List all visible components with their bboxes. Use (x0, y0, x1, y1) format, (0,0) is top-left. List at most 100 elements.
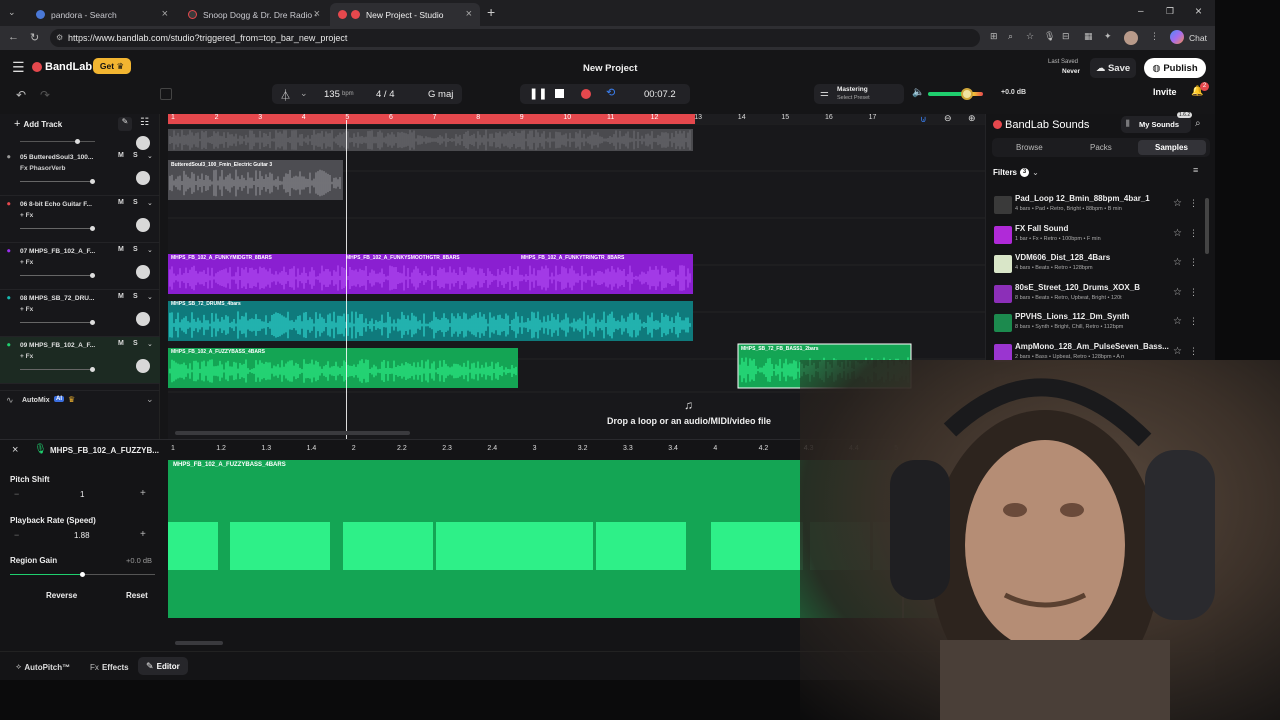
slider-thumb[interactable] (90, 179, 95, 184)
project-title[interactable]: New Project (583, 63, 637, 74)
volume-slider[interactable] (20, 367, 95, 372)
sample-thumbnail[interactable] (994, 225, 1012, 244)
browser-tab-radio[interactable]: Snoop Dogg & Dr. Dre Radio - Ne × (180, 3, 328, 26)
address-bar[interactable]: ⚙ https://www.bandlab.com/studio?trigger… (50, 29, 980, 47)
horizontal-scrollbar[interactable] (175, 431, 410, 435)
track-fx[interactable]: + Fx (20, 212, 33, 219)
effects-button[interactable]: Fx Effects (90, 661, 129, 673)
volume-slider[interactable] (20, 179, 95, 184)
save-button[interactable]: ☁ Save (1090, 58, 1136, 78)
zoom-out-icon[interactable]: ⊖ (944, 113, 952, 124)
add-track-button[interactable]: + Add Track (14, 118, 62, 130)
tab-samples[interactable]: Samples (1138, 140, 1206, 155)
more-options-icon[interactable]: ⋮ (1189, 287, 1198, 298)
sample-list-item[interactable]: 80sE_Street_120_Drums_XOX_B 8 bars • Beat… (986, 280, 1216, 309)
time-signature[interactable]: 4 / 4 (376, 89, 395, 100)
slider-thumb[interactable] (75, 139, 80, 144)
sample-thumbnail[interactable] (994, 314, 1012, 333)
extensions-icon[interactable]: ⊟ (1062, 31, 1070, 42)
mute-button[interactable]: M (118, 340, 124, 347)
zoom-in-icon[interactable]: ⊕ (968, 113, 976, 124)
pitch-shift-value[interactable]: 1 (80, 490, 84, 499)
minus-icon[interactable]: − (14, 530, 19, 540)
pitch-shift-stepper[interactable]: − 1 + (10, 488, 155, 503)
tempo-value[interactable]: 135 (324, 89, 340, 100)
close-icon[interactable]: × (466, 8, 472, 20)
plus-icon[interactable]: + (140, 529, 146, 540)
chevron-down-icon[interactable]: ⌄ (147, 152, 153, 160)
volume-slider[interactable] (20, 226, 95, 231)
metronome-icon[interactable]: ⏃ (280, 87, 291, 103)
install-app-icon[interactable]: ⊞ (990, 31, 998, 42)
track-fx[interactable]: + Fx (20, 353, 33, 360)
solo-button[interactable]: S (133, 293, 138, 300)
track-row[interactable]: ⏺ 05 ButteredSoul3_100... Fx PhasorVerb M S ⌄ (0, 149, 160, 196)
track-name[interactable]: 07 MHPS_FB_102_A_F... (20, 248, 95, 255)
reverse-button[interactable]: Reverse (46, 591, 77, 600)
track-fx[interactable]: Fx PhasorVerb (20, 165, 66, 172)
editor-tab-button[interactable]: ✎ Editor (138, 657, 188, 675)
mixer-toggle-icon[interactable] (160, 88, 172, 100)
track-row[interactable]: ⏺ 07 MHPS_FB_102_A_F... + Fx M S ⌄ (0, 243, 160, 290)
sounds-scrollbar[interactable] (1205, 198, 1209, 254)
my-sounds-button[interactable]: ⫼ My Sounds 1.6.2 (1121, 112, 1193, 133)
sort-icon[interactable]: ≡ (1193, 165, 1198, 175)
record-icon[interactable] (581, 89, 591, 99)
editor-scrollbar[interactable] (175, 641, 223, 645)
automix-row[interactable]: ∿ AutoMix AI ♛ ⌄ (0, 390, 160, 410)
more-options-icon[interactable]: ⋮ (1189, 257, 1198, 268)
track-04-volume-slider[interactable] (20, 139, 95, 144)
pan-knob[interactable] (136, 218, 150, 232)
favorite-star-icon[interactable]: ☆ (1173, 228, 1182, 239)
slider-thumb[interactable] (90, 273, 95, 278)
maximize-icon[interactable]: ❐ (1166, 6, 1174, 17)
solo-button[interactable]: S (133, 340, 138, 347)
playback-rate-value[interactable]: 1.88 (74, 531, 90, 540)
track-fx[interactable]: + Fx (20, 306, 33, 313)
pan-knob[interactable] (136, 265, 150, 279)
favorite-star-icon[interactable]: ☆ (1173, 287, 1182, 298)
back-icon[interactable]: ← (8, 31, 19, 43)
loop-region[interactable] (168, 114, 695, 124)
playback-rate-stepper[interactable]: − 1.88 + (10, 529, 155, 544)
sample-thumbnail[interactable] (994, 196, 1012, 214)
close-window-icon[interactable]: × (1195, 4, 1202, 18)
search-icon[interactable]: ⌕ (1195, 118, 1201, 129)
more-options-icon[interactable]: ⋮ (1189, 198, 1198, 209)
favorite-star-icon[interactable]: ☆ (1173, 316, 1182, 327)
slider-thumb[interactable] (80, 572, 85, 577)
track-name[interactable]: 08 MHPS_SB_72_DRU... (20, 295, 94, 302)
sample-list-item[interactable]: FX Fall Sound 1 bar • Fx • Retro • 100bpm… (986, 221, 1216, 250)
more-options-icon[interactable]: ⋮ (1189, 346, 1198, 357)
favorite-star-icon[interactable]: ☆ (1173, 257, 1182, 268)
solo-button[interactable]: S (133, 246, 138, 253)
mute-button[interactable]: M (118, 246, 124, 253)
slider-thumb[interactable] (90, 226, 95, 231)
tab-groups-icon[interactable]: ▦ (1084, 31, 1093, 42)
sample-list-item[interactable]: VDM606_Dist_128_4Bars 4 bars • Beats • Re… (986, 250, 1216, 279)
get-membership-button[interactable]: Get ♛ (93, 58, 131, 74)
chevron-down-icon[interactable]: ⌄ (147, 199, 153, 207)
volume-slider[interactable] (20, 320, 95, 325)
timeline-ruler[interactable]: 1 2 3 4 5 6 7 8 9 10 11 12 13 14 15 16 17 ⊍ ⊖ ⊕ (168, 113, 985, 124)
new-tab-icon[interactable]: + (487, 4, 495, 20)
tab-packs[interactable]: Packs (1090, 143, 1112, 152)
mute-button[interactable]: M (118, 293, 124, 300)
copilot-icon[interactable] (1170, 30, 1184, 44)
menu-icon[interactable]: ⋮ (1150, 31, 1159, 42)
speaker-icon[interactable]: 🔈 (912, 87, 924, 98)
autopitch-button[interactable]: ⟡ AutoPitch™ (16, 661, 70, 673)
volume-slider[interactable] (20, 273, 95, 278)
favorite-star-icon[interactable]: ☆ (1173, 346, 1182, 357)
track-name[interactable]: 09 MHPS_FB_102_A_F... (20, 342, 95, 349)
reset-button[interactable]: Reset (126, 591, 148, 600)
plus-icon[interactable]: + (140, 488, 146, 499)
zoom-icon[interactable]: ⌕ (1008, 31, 1013, 42)
site-info-icon[interactable]: ⚙ (56, 33, 63, 42)
browser-tab-new-project[interactable]: New Project - Studio × (330, 3, 480, 26)
track-row[interactable]: ⏺ 09 MHPS_FB_102_A_F... + Fx M S ⌄ (0, 337, 160, 384)
redo-icon[interactable]: ↷ (40, 88, 50, 102)
mastering-button[interactable]: ⚌ Mastering Select Preset (814, 84, 904, 104)
close-editor-icon[interactable]: × (12, 444, 18, 456)
hamburger-menu-icon[interactable]: ☰ (12, 59, 25, 76)
